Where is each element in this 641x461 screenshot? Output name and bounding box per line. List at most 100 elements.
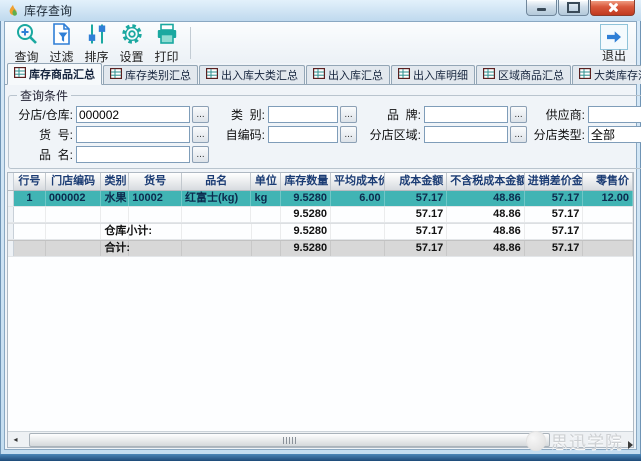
store-type-label: 分店类型: bbox=[533, 126, 585, 143]
supplier-input[interactable] bbox=[588, 106, 641, 123]
cell-5: kg bbox=[251, 191, 281, 206]
cell-3: 10002 bbox=[129, 191, 182, 206]
toolbar-separator bbox=[190, 27, 191, 59]
client-area: 查询过滤排序设置打印 退出 库存商品汇总 库存类别汇总 出入库大类汇总出入库汇总 出入… bbox=[4, 21, 637, 450]
item-no-browse-button[interactable]: ... bbox=[192, 126, 209, 143]
tab-label: 库存商品汇总 bbox=[29, 66, 95, 82]
cell-6: 9.5280 bbox=[281, 241, 331, 256]
cell-1: 000002 bbox=[46, 191, 102, 206]
column-header-10[interactable]: 进销差价金额 bbox=[525, 173, 584, 190]
custom-code-browse-button[interactable]: ... bbox=[340, 126, 357, 143]
tab-stock-product-summary[interactable]: 库存商品汇总 bbox=[7, 63, 102, 85]
toolbar-button-sort[interactable]: 排序 bbox=[79, 22, 114, 64]
tab-label: 库存类别汇总 bbox=[125, 67, 191, 83]
cell-2 bbox=[101, 207, 129, 222]
watermark-caret-icon bbox=[628, 441, 633, 449]
toolbar-button-query[interactable]: 查询 bbox=[9, 22, 44, 64]
store-warehouse-input[interactable] bbox=[76, 106, 190, 123]
minimize-button[interactable] bbox=[526, 0, 557, 16]
scroll-left-arrow-icon[interactable]: ◂ bbox=[8, 432, 23, 447]
tab-inout-majorclass-summary[interactable]: 出入库大类汇总 bbox=[199, 65, 305, 84]
category-browse-button[interactable]: ... bbox=[340, 106, 357, 123]
watermark-text: 思迅学院 bbox=[551, 428, 623, 453]
column-header-1[interactable]: 门店编码 bbox=[46, 173, 102, 190]
close-icon bbox=[607, 2, 618, 13]
custom-code-input[interactable] bbox=[268, 126, 338, 143]
cell-2: 仓库小计: bbox=[101, 224, 129, 239]
query-rows: 分店/仓库:...类 别:...品 牌:...供应商:...✓货 号:...自编… bbox=[13, 105, 641, 164]
scrollbar-thumb[interactable] bbox=[29, 433, 550, 447]
column-header-2[interactable]: 类别 bbox=[101, 173, 129, 190]
exit-button[interactable]: 退出 bbox=[600, 24, 628, 63]
column-header-4[interactable]: 品名 bbox=[182, 173, 252, 190]
minimize-icon bbox=[537, 8, 546, 11]
toolbar-button-print[interactable]: 打印 bbox=[149, 22, 184, 64]
tab-inout-detail[interactable]: 出入库明细 bbox=[391, 65, 475, 84]
tab-inout-summary[interactable]: 出入库汇总 bbox=[306, 65, 390, 84]
brand-input[interactable] bbox=[424, 106, 508, 123]
column-header-6[interactable]: 库存数量 bbox=[281, 173, 331, 190]
subtotal-row[interactable]: 仓库小计:9.528057.1748.8657.17 bbox=[8, 223, 633, 240]
cell-9: 48.86 bbox=[447, 207, 524, 222]
cell-0 bbox=[14, 207, 46, 222]
product-name-input[interactable] bbox=[76, 146, 190, 163]
tab-label: 出入库明细 bbox=[413, 67, 468, 83]
cell-11 bbox=[583, 207, 633, 222]
grid-header: 行号门店编码类别货号品名单位库存数量平均成本价成本金额不含税成本金额进销差价金额… bbox=[8, 173, 633, 191]
table-row[interactable]: 9.528057.1748.8657.17 bbox=[8, 207, 633, 223]
column-header-11[interactable]: 零售价 bbox=[583, 173, 633, 190]
cell-5 bbox=[252, 241, 282, 256]
cell-11 bbox=[583, 241, 633, 256]
store-type-input[interactable] bbox=[588, 126, 641, 143]
table-row-selected[interactable]: 1000002水果10002红富士(kg)kg9.52806.0057.1748… bbox=[8, 191, 633, 207]
cell-7 bbox=[331, 207, 385, 222]
product-name-browse-button[interactable]: ... bbox=[192, 146, 209, 163]
brand-browse-button[interactable]: ... bbox=[510, 106, 527, 123]
grid-body: 1000002水果10002红富士(kg)kg9.52806.0057.1748… bbox=[8, 191, 633, 257]
query-row: 品 名:... bbox=[13, 145, 641, 164]
cell-5 bbox=[251, 207, 281, 222]
close-button[interactable] bbox=[590, 0, 635, 16]
cell-7: 6.00 bbox=[331, 191, 385, 206]
scrollbar-grip-icon bbox=[283, 437, 296, 444]
toolbar-buttons: 查询过滤排序设置打印 bbox=[9, 22, 184, 64]
exit-arrow-icon bbox=[600, 24, 628, 50]
cell-8: 57.17 bbox=[385, 207, 448, 222]
toolbar-button-filter[interactable]: 过滤 bbox=[44, 22, 79, 64]
cell-1 bbox=[46, 224, 102, 239]
store-warehouse-browse-button[interactable]: ... bbox=[192, 106, 209, 123]
column-header-8[interactable]: 成本金额 bbox=[385, 173, 448, 190]
query-row: 分店/仓库:...类 别:...品 牌:...供应商:...✓ bbox=[13, 105, 641, 124]
item-no-label: 货 号: bbox=[13, 126, 73, 143]
tab-label: 出入库大类汇总 bbox=[221, 67, 298, 83]
tab-stock-category-summary[interactable]: 库存类别汇总 bbox=[103, 65, 198, 84]
toolbar-button-settings[interactable]: 设置 bbox=[114, 22, 149, 64]
watermark-logo-icon bbox=[526, 431, 546, 451]
tab-region-product-summary[interactable]: 区域商品汇总 bbox=[476, 65, 571, 84]
column-header-7[interactable]: 平均成本价 bbox=[331, 173, 385, 190]
column-header-5[interactable]: 单位 bbox=[251, 173, 281, 190]
cell-4 bbox=[182, 207, 252, 222]
store-region-input[interactable] bbox=[424, 126, 508, 143]
column-header-9[interactable]: 不含税成本金额 bbox=[447, 173, 524, 190]
window-title: 库存查询 bbox=[24, 2, 72, 19]
cell-6: 9.5280 bbox=[281, 191, 331, 206]
maximize-button[interactable] bbox=[558, 0, 589, 16]
category-input[interactable] bbox=[268, 106, 338, 123]
item-no-input[interactable] bbox=[76, 126, 190, 143]
tab-grid-icon bbox=[579, 68, 591, 82]
tab-majorclass-stock-summary[interactable]: 大类库存汇总 bbox=[572, 65, 641, 84]
query-legend: 查询条件 bbox=[17, 87, 71, 104]
total-row[interactable]: 合计:9.528057.1748.8657.17 bbox=[8, 240, 633, 257]
title-bar: 库存查询 bbox=[0, 0, 641, 21]
product-name-label: 品 名: bbox=[13, 146, 73, 163]
tab-grid-icon bbox=[398, 68, 410, 82]
column-header-0[interactable]: 行号 bbox=[14, 173, 46, 190]
column-header-3[interactable]: 货号 bbox=[129, 173, 182, 190]
cell-10: 57.17 bbox=[525, 191, 584, 206]
cell-9: 48.86 bbox=[447, 191, 524, 206]
data-grid: 行号门店编码类别货号品名单位库存数量平均成本价成本金额不含税成本金额进销差价金额… bbox=[7, 172, 634, 448]
toolbar: 查询过滤排序设置打印 退出 bbox=[5, 22, 636, 63]
store-region-browse-button[interactable]: ... bbox=[510, 126, 527, 143]
store-warehouse-label: 分店/仓库: bbox=[13, 106, 73, 123]
